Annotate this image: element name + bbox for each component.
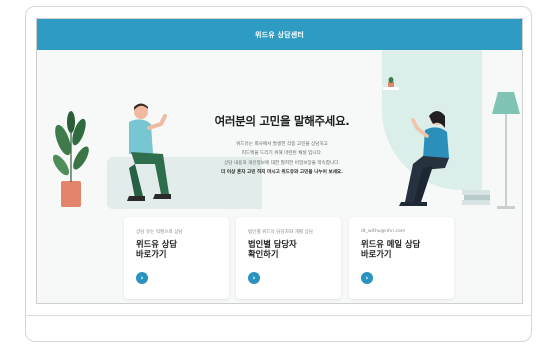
site-header: 위드유 상담센터: [37, 19, 522, 50]
hero-banner: 여러분의 고민을 말해주세요. 위드유는 회사에서 발생한 각종 고민을 상담하…: [37, 50, 522, 213]
chevron-right-icon[interactable]: ›: [136, 272, 148, 284]
hero-desc-line-3: 상담 내용과 개인정보에 대한 철저한 비밀보장을 약속합니다.: [224, 161, 340, 166]
card-mail-counsel[interactable]: dt_withu@nhn.com 위드유 메일 상담 바로가기 ›: [349, 217, 454, 299]
man-illustration: [127, 103, 171, 201]
hero-desc-line-1: 위드유는 회사에서 발생한 각종 고민을 상담하고: [236, 142, 328, 147]
hero-desc-line-2: 피드백을 드리기 위해 마련된 채널 입니다.: [241, 151, 323, 156]
card-subtitle: dt_withu@nhn.com: [361, 229, 406, 234]
service-cards: 상담 유는 익명으로 상담 위드유 상담 바로가기 › 법인별 위드유 담당자와…: [37, 213, 522, 303]
chevron-right-icon[interactable]: ›: [248, 272, 260, 284]
device-bezel-divider: [26, 315, 531, 316]
card-anonymous-counsel[interactable]: 상담 유는 익명으로 상담 위드유 상담 바로가기 ›: [124, 217, 229, 299]
books-illustration: [462, 190, 490, 205]
card-title: 법인별 담당자 확인하기: [248, 239, 297, 260]
card-subtitle: 상담 유는 익명으로 상담: [136, 230, 183, 235]
woman-illustration: [399, 111, 449, 206]
browser-viewport: 위드유 상담센터 여러분의 고민을 말해주세요. 위드유는 회사에서 발생한 각…: [36, 18, 523, 304]
hero-emphasis: 더 이상 혼자 고민 하지 마시고 위드유와 고민을 나누어 보세요.: [221, 170, 343, 175]
card-title: 위드유 메일 상담 바로가기: [361, 239, 421, 260]
tablet-frame: 위드유 상담센터 여러분의 고민을 말해주세요. 위드유는 회사에서 발생한 각…: [25, 6, 532, 342]
small-plant-icon: [388, 77, 394, 87]
site-title[interactable]: 위드유 상담센터: [255, 30, 304, 40]
hero-headline: 여러분의 고민을 말해주세요.: [214, 114, 350, 128]
card-corp-manager[interactable]: 법인별 위드유 담당자와 개별 상담 법인별 담당자 확인하기 ›: [236, 217, 341, 299]
card-title: 위드유 상담 바로가기: [136, 239, 178, 260]
floor-lamp-icon: [492, 92, 520, 209]
chevron-right-icon[interactable]: ›: [361, 272, 373, 284]
card-subtitle: 법인별 위드유 담당자와 개별 상담: [248, 230, 314, 235]
plant-icon: [52, 111, 89, 207]
